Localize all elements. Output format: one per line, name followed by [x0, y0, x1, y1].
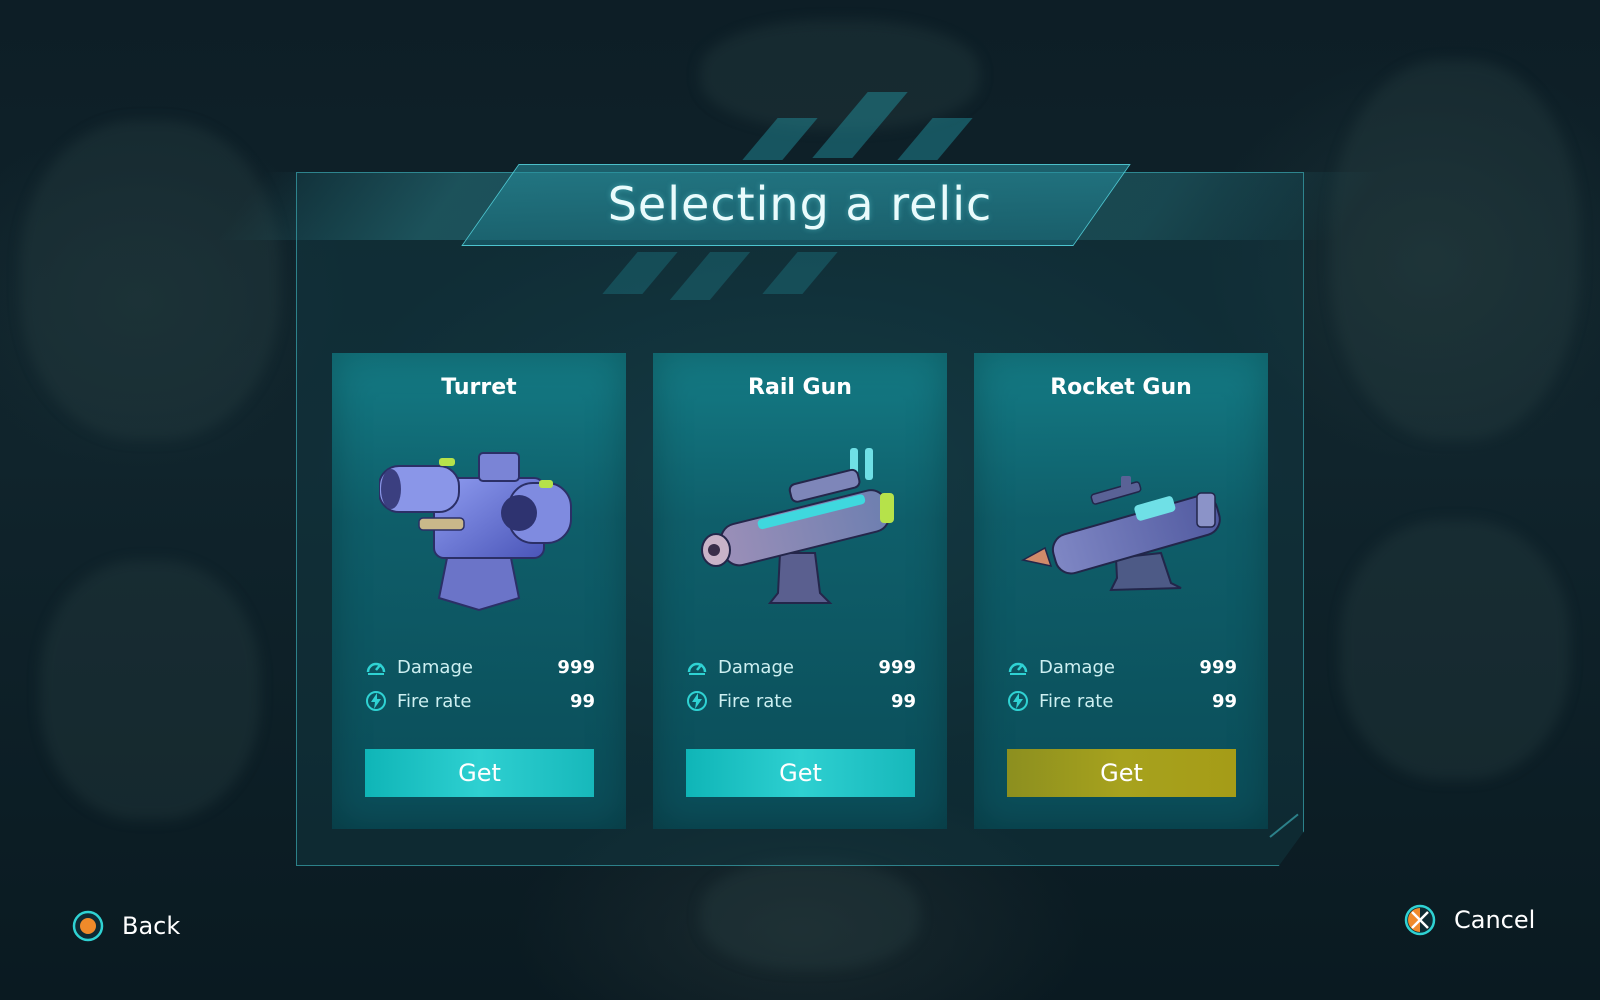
cancel-label: Cancel: [1454, 906, 1536, 934]
rail-gun-icon: [700, 438, 900, 613]
stat-value: 99: [1211, 690, 1237, 712]
background-rock: [1340, 520, 1570, 780]
speedometer-icon: [686, 656, 708, 678]
lightning-icon: [1007, 690, 1029, 712]
relic-card-rocket-gun[interactable]: Rocket Gun Damage 999 Fire rate 99 Get: [974, 353, 1268, 829]
stat-value: 999: [1199, 656, 1237, 678]
stat-fire-rate: Fire rate 99: [1007, 687, 1237, 715]
background-rock: [700, 860, 920, 970]
stat-label: Fire rate: [1039, 690, 1114, 712]
stat-label: Fire rate: [718, 690, 793, 712]
stat-damage: Damage 999: [686, 653, 916, 681]
cross-button-icon: [1404, 904, 1436, 936]
rocket-gun-icon: [1020, 438, 1221, 613]
get-button[interactable]: Get: [1007, 749, 1236, 797]
back-button[interactable]: Back: [72, 910, 180, 942]
stat-value: 99: [890, 690, 916, 712]
relic-card-rail-gun[interactable]: Rail Gun Damage 999 Fire rate 99 Get: [653, 353, 947, 829]
relic-name: Rocket Gun: [1050, 375, 1192, 400]
stat-fire-rate: Fire rate 99: [365, 687, 595, 715]
lightning-icon: [686, 690, 708, 712]
stat-label: Damage: [718, 656, 794, 678]
back-label: Back: [122, 912, 181, 940]
stat-value: 99: [569, 690, 595, 712]
background-rock: [20, 120, 280, 440]
speedometer-icon: [1007, 656, 1029, 678]
background-rock: [700, 20, 980, 130]
relic-name: Rail Gun: [748, 375, 852, 400]
get-button[interactable]: Get: [365, 749, 594, 797]
circle-button-icon: [72, 910, 104, 942]
stat-fire-rate: Fire rate 99: [686, 687, 916, 715]
stat-label: Damage: [1039, 656, 1115, 678]
stat-label: Fire rate: [397, 690, 472, 712]
stat-value: 999: [557, 656, 595, 678]
lightning-icon: [365, 690, 387, 712]
background-rock: [1330, 60, 1580, 440]
turret-icon: [378, 438, 579, 613]
relic-name: Turret: [441, 375, 517, 400]
get-button[interactable]: Get: [686, 749, 915, 797]
stat-label: Damage: [397, 656, 473, 678]
stat-value: 999: [878, 656, 916, 678]
page-title: Selecting a relic: [607, 177, 993, 231]
relic-card-turret[interactable]: Turret Damage 999 Fire rate 99 Get: [332, 353, 626, 829]
cancel-button[interactable]: Cancel: [1404, 904, 1535, 936]
decor-stripe: [742, 118, 818, 160]
stat-damage: Damage 999: [365, 653, 595, 681]
background-rock: [40, 560, 260, 820]
speedometer-icon: [365, 656, 387, 678]
stat-damage: Damage 999: [1007, 653, 1237, 681]
